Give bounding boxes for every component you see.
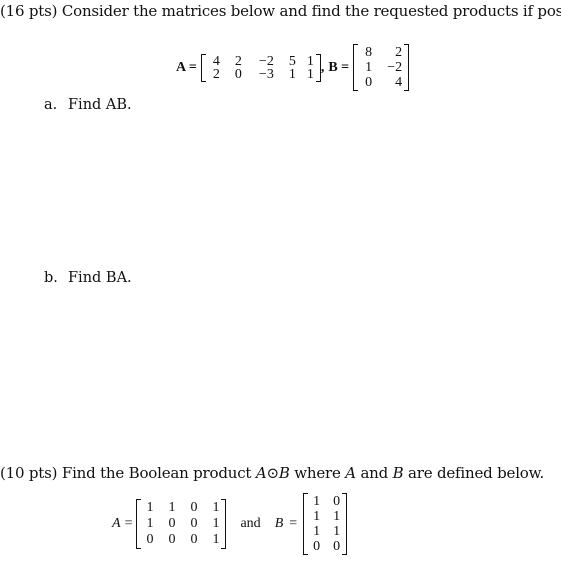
matrix-cell: 1 xyxy=(313,494,321,509)
matrix-cell: 1 xyxy=(365,60,373,75)
matrix-cell: 0 xyxy=(168,516,176,531)
matrix-a-label: A xyxy=(112,516,121,531)
heading-text: are defined below. xyxy=(403,464,545,482)
matrix-cell: 0 xyxy=(190,532,198,547)
boolean-product-icon: ⊙ xyxy=(266,464,279,482)
part-b-text: Find BA. xyxy=(68,270,132,286)
matrix-cell: 1 xyxy=(333,524,341,539)
boolean-matrix-a-grid: 110110010001 xyxy=(141,499,221,549)
heading-var-a: A xyxy=(345,464,356,482)
matrix-cell: −3 xyxy=(258,66,274,82)
comma: , xyxy=(320,59,325,75)
matrix-a-grid: 4 2 −2 5 1 2 0 −3 1 1 xyxy=(206,54,316,82)
matrix-cell: 5 xyxy=(288,53,296,69)
equals-sign: = xyxy=(289,516,298,531)
problem-1-heading: (16 pts) Consider the matrices below and… xyxy=(0,2,561,20)
matrix-cell: 1 xyxy=(313,509,321,524)
matrix-cell: −2 xyxy=(258,53,274,69)
matrix-cell: 1 xyxy=(306,53,314,69)
problem-2-heading: (10 pts) Find the Boolean product A⊙B wh… xyxy=(0,464,544,482)
matrix-cell: 1 xyxy=(333,509,341,524)
matrix-cell: 0 xyxy=(190,516,198,531)
and-text: and xyxy=(240,516,261,531)
matrix-cell: 2 xyxy=(234,53,242,69)
matrix-cell: 1 xyxy=(212,516,220,531)
matrix-cell: 1 xyxy=(146,516,154,531)
right-bracket xyxy=(221,499,227,549)
matrix-cell: 1 xyxy=(168,500,176,515)
matrix-cell: 1 xyxy=(313,524,321,539)
part-b: b. Find BA. xyxy=(44,270,132,286)
matrix-cell: 1 xyxy=(306,66,314,82)
heading-text: (10 pts) Find the Boolean product xyxy=(0,464,256,482)
equals-sign: = xyxy=(124,516,133,531)
heading-var-b: B xyxy=(278,464,290,482)
matrix-b-label: B = xyxy=(328,59,350,75)
matrix-cell: 1 xyxy=(146,500,154,515)
matrix-cell: 0 xyxy=(365,75,373,90)
heading-var-b: B xyxy=(392,464,404,482)
matrix-cell: 0 xyxy=(234,66,242,82)
part-a-text: Find AB. xyxy=(68,97,132,113)
matrix-a: 4 2 −2 5 1 2 0 −3 1 1 xyxy=(200,53,321,82)
matrix-cell: 1 xyxy=(212,532,220,547)
part-a-label: a. xyxy=(44,97,58,113)
right-bracket xyxy=(342,493,348,555)
boolean-matrix-b-grid: 10111100 xyxy=(308,493,342,555)
matrix-cell: −2 xyxy=(387,60,403,75)
matrix-cell: 1 xyxy=(288,66,296,82)
heading-text: and xyxy=(355,464,393,482)
matrix-cell: 4 xyxy=(212,53,220,69)
matrix-cell: 2 xyxy=(212,66,220,82)
matrix-cell: 1 xyxy=(212,500,220,515)
matrix-cell: 0 xyxy=(333,539,341,554)
heading-var-a: A xyxy=(255,464,267,482)
matrix-b-grid: 8 2 1 −2 0 4 xyxy=(358,44,404,91)
matrix-cell: 8 xyxy=(365,45,373,60)
matrix-a-label: A = xyxy=(176,59,197,75)
right-bracket xyxy=(404,44,410,91)
matrix-cell: 0 xyxy=(168,532,176,547)
heading-text: where xyxy=(289,464,346,482)
part-a: a. Find AB. xyxy=(44,97,132,113)
matrix-cell: 0 xyxy=(190,500,198,515)
part-b-label: b. xyxy=(44,270,58,286)
problem-2-matrices: A = 110110010001 and B = 10111100 xyxy=(112,493,348,555)
matrix-b-label: B xyxy=(274,516,284,531)
matrix-cell: 0 xyxy=(313,539,321,554)
matrix-cell: 2 xyxy=(395,45,403,60)
matrix-cell: 4 xyxy=(395,75,403,90)
matrix-cell: 0 xyxy=(146,532,154,547)
matrix-b: 8 2 1 −2 0 4 xyxy=(353,44,410,91)
matrix-cell: 0 xyxy=(333,494,341,509)
boolean-matrix-a: 110110010001 xyxy=(136,499,227,549)
problem-1-matrices: A = 4 2 −2 5 1 2 0 −3 1 1 , B = 8 2 1 −2 0 4 xyxy=(176,44,410,91)
boolean-matrix-b: 10111100 xyxy=(303,493,348,555)
